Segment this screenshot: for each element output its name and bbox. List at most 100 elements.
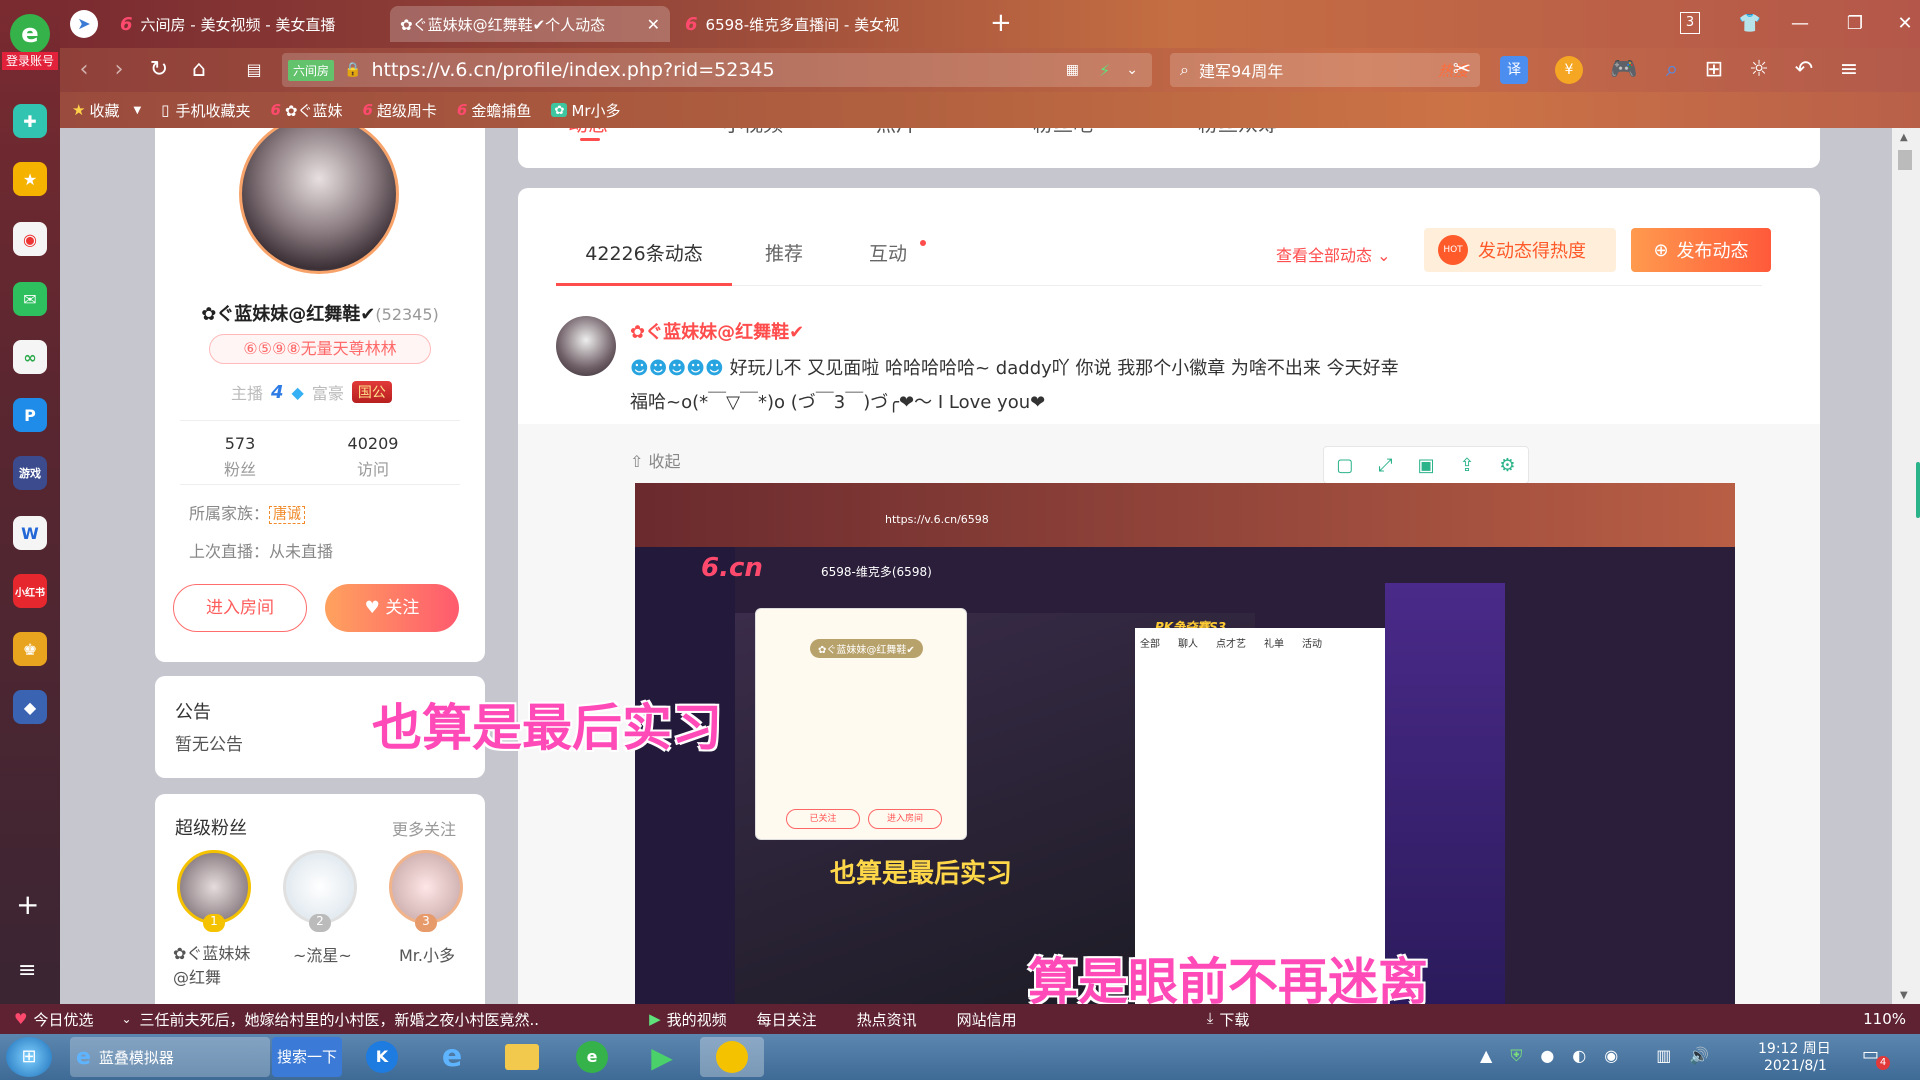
game3-icon[interactable]: ◆ <box>13 690 47 724</box>
tray-app-icon[interactable]: ● <box>1540 1046 1554 1066</box>
tab-count-badge[interactable]: 3 <box>1680 12 1700 34</box>
chevron-down-icon[interactable]: ⌄ <box>1126 62 1138 78</box>
fan-name[interactable]: ✿ぐ蓝妹妹@红舞 <box>173 942 263 990</box>
fullscreen-icon[interactable]: ⤢ <box>1378 455 1392 476</box>
grid-icon[interactable]: ▦ <box>1066 62 1079 78</box>
taskbar-folder[interactable] <box>492 1037 552 1077</box>
gamepad-icon[interactable]: 🎮 <box>1610 56 1638 84</box>
news-ticker[interactable]: 三任前夫死后，她嫁给村里的小村医，新婚之夜小村医竟然.. <box>140 1009 540 1030</box>
fan-name[interactable]: ~流星~ <box>293 942 352 966</box>
forward-icon[interactable]: › <box>105 56 133 84</box>
new-tab-button[interactable]: + <box>990 8 1012 38</box>
navigation-icon[interactable]: ➤ <box>70 10 98 38</box>
undo-icon[interactable]: ↶ <box>1790 56 1818 84</box>
restore-button[interactable]: ❐ <box>1840 10 1870 38</box>
status-download[interactable]: ⤓ 下载 <box>1207 1009 1250 1030</box>
tab-fan-forum[interactable]: 粉丝吧 <box>1033 128 1093 137</box>
url-field[interactable]: 六间房 🔒 https://v.6.cn/profile/index.php?r… <box>282 53 1152 87</box>
enter-room-button[interactable]: 进入房间 <box>173 584 307 632</box>
close-icon[interactable]: ✕ <box>647 15 660 34</box>
more-follows-link[interactable]: 更多关注 <box>392 816 456 840</box>
tab-liujianfang[interactable]: 6 六间房 - 美女视频 - 美女直播 <box>110 6 380 42</box>
bookmark-mobile[interactable]: ▯ 手机收藏夹 <box>161 100 250 121</box>
tab-live-room[interactable]: 6 6598-维克多直播间 - 美女视 <box>675 6 975 42</box>
heat-button[interactable]: HOT 发动态得热度 <box>1424 228 1616 272</box>
coin-icon[interactable]: ¥ <box>1555 56 1583 84</box>
shield-icon[interactable]: ⛨ <box>1510 1046 1522 1066</box>
sun-icon[interactable]: ☼ <box>1745 56 1773 84</box>
status-daily[interactable]: 每日关注 <box>757 1009 817 1030</box>
tab-interaction[interactable]: 互动 <box>836 222 940 286</box>
more-menu-icon[interactable]: ≡ <box>1835 56 1863 84</box>
cloud-icon[interactable]: ∞ <box>13 340 47 374</box>
settings-icon[interactable]: ⚙ <box>1499 455 1515 476</box>
fan-avatar[interactable] <box>389 850 463 924</box>
avatar[interactable] <box>239 128 399 274</box>
bookmark-fishing[interactable]: 6 金蟾捕鱼 <box>457 100 531 121</box>
clock-date[interactable]: 2021/8/1 <box>1764 1058 1827 1074</box>
bookmark-profile[interactable]: 6 ✿ぐ蓝妹 <box>270 100 342 121</box>
network-icon[interactable]: ▥ <box>1656 1046 1671 1066</box>
translate-icon[interactable]: 译 <box>1500 56 1528 84</box>
tray-app3-icon[interactable]: ◉ <box>1604 1046 1618 1066</box>
tab-dynamic[interactable]: 动态 <box>568 128 608 137</box>
p-app-icon[interactable]: P <box>13 398 47 432</box>
skin-icon[interactable]: 👕 <box>1735 10 1765 38</box>
tray-up-icon[interactable]: ▲ <box>1480 1046 1492 1066</box>
document-icon[interactable]: W <box>13 516 47 550</box>
weibo-icon[interactable]: ◉ <box>13 222 47 256</box>
taskbar-ie[interactable]: e <box>422 1037 482 1077</box>
collapse-button[interactable]: ⇧ 收起 <box>630 448 681 472</box>
post-author[interactable]: ✿ぐ蓝妹妹@红舞鞋✔ <box>630 318 804 344</box>
bookmark-page-icon[interactable]: ▤ <box>240 56 268 84</box>
share-icon[interactable]: ⇪ <box>1459 455 1474 476</box>
back-icon[interactable]: ‹ <box>70 56 98 84</box>
red-app-icon[interactable]: 小红书 <box>13 574 47 608</box>
lightning-icon[interactable]: ⚡ <box>1099 61 1110 80</box>
taskbar-player[interactable]: ▶ <box>632 1037 692 1077</box>
status-credit[interactable]: 网站信用 <box>957 1009 1017 1030</box>
fan-name[interactable]: Mr.小多 <box>399 942 455 966</box>
bookmark-favorites[interactable]: ★ 收藏 ▼ <box>72 100 141 121</box>
mail-icon[interactable]: ✉ <box>13 282 47 316</box>
tab-crowdfund[interactable]: 粉丝众筹 <box>1198 128 1278 137</box>
menu-icon[interactable]: ≡ <box>18 958 36 983</box>
apps-icon[interactable]: ⊞ <box>1700 56 1728 84</box>
vertical-scrollbar[interactable]: ▲ ▼ <box>1892 128 1920 1012</box>
taskbar-search[interactable]: 搜索一下 <box>272 1037 342 1077</box>
scissors-icon[interactable]: ✂ <box>1448 56 1476 84</box>
volume-icon[interactable]: 🔊 <box>1689 1046 1709 1066</box>
game-icon[interactable]: 游戏 <box>13 456 47 490</box>
refresh-icon[interactable]: ↻ <box>145 56 173 84</box>
fan-avatar[interactable] <box>177 850 251 924</box>
tab-profile[interactable]: ✿ぐ蓝妹妹@红舞鞋✔个人动态 ✕ <box>390 6 670 42</box>
publish-button[interactable]: ⊕ 发布动态 <box>1631 228 1771 272</box>
save-icon[interactable]: ▣ <box>1418 455 1435 476</box>
family-badge[interactable]: 唐诚 <box>269 506 306 524</box>
view-all-posts-dropdown[interactable]: 查看全部动态 ⌄ <box>1276 242 1391 266</box>
login-button[interactable]: 登录账号 <box>2 52 58 70</box>
home-icon[interactable]: ⌂ <box>185 56 213 84</box>
bookmark-mr-xiaoduo[interactable]: ✿ Mr小多 <box>551 100 621 121</box>
taskbar-k-app[interactable]: K <box>352 1037 412 1077</box>
start-button[interactable]: ⊞ <box>6 1037 52 1077</box>
plus-app-icon[interactable]: ✚ <box>13 104 47 138</box>
browser-logo[interactable]: e <box>10 14 50 54</box>
close-window-button[interactable]: ✕ <box>1890 10 1920 38</box>
tray-app2-icon[interactable]: ◐ <box>1572 1046 1586 1066</box>
magnifier-icon[interactable]: ⌕ <box>1658 56 1686 84</box>
minimize-button[interactable]: — <box>1785 10 1815 38</box>
post-avatar[interactable] <box>556 316 616 376</box>
taskbar-360[interactable]: e <box>562 1037 622 1077</box>
scroll-up-icon[interactable]: ▲ <box>1900 132 1908 143</box>
tab-short-video[interactable]: 小视频 <box>723 128 783 137</box>
zoom-level[interactable]: 110% <box>1863 1010 1906 1028</box>
search-input[interactable]: ⌕ 建军94周年 热搜 <box>1170 53 1480 87</box>
scroll-down-icon[interactable]: ▼ <box>1900 990 1908 1001</box>
clock-time[interactable]: 19:12 周日 <box>1758 1038 1831 1058</box>
tab-photos[interactable]: 照片 <box>876 128 916 137</box>
tab-all-posts[interactable]: 42226条动态 <box>556 222 732 286</box>
post-video-screenshot[interactable]: https://v.6.cn/6598 6.cn 6598-维克多(6598) … <box>635 483 1735 1012</box>
taskbar-bluestacks[interactable]: e 蓝叠模拟器 <box>70 1037 270 1077</box>
bookmark-weekly-card[interactable]: 6 超级周卡 <box>362 100 436 121</box>
